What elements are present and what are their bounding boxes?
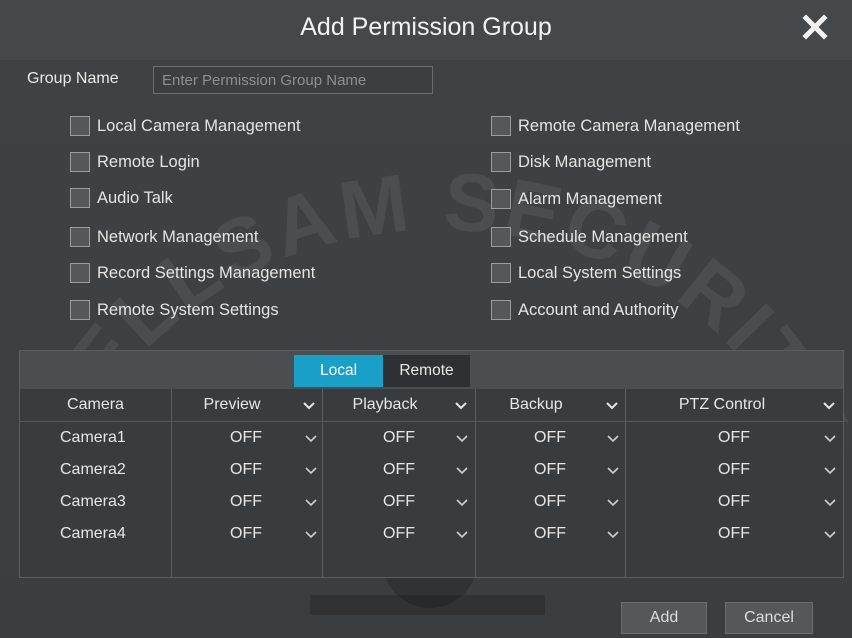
perm-label: Record Settings Management (97, 263, 316, 282)
chevron-down-icon[interactable] (305, 499, 317, 507)
chevron-down-icon[interactable] (456, 531, 468, 539)
header-playback[interactable]: Playback (323, 389, 447, 421)
chevron-down-icon[interactable] (305, 531, 317, 539)
row-divider (20, 421, 843, 422)
perm-schedule-management[interactable]: Schedule Management (491, 225, 688, 249)
chevron-down-icon[interactable] (607, 467, 619, 475)
perm-alarm-management[interactable]: Alarm Management (491, 187, 662, 211)
cancel-button[interactable]: Cancel (725, 602, 813, 634)
table-row: Camera1 OFF OFF OFF OFF (20, 422, 843, 454)
perm-audio-talk[interactable]: Audio Talk (70, 186, 173, 210)
chevron-down-icon[interactable] (824, 499, 836, 507)
camera-permission-table: Local Remote Camera Preview Playback Bac… (19, 350, 844, 578)
table-row: Camera3 OFF OFF OFF OFF (20, 486, 843, 518)
ptz-value[interactable]: OFF (718, 454, 778, 486)
checkbox[interactable] (70, 263, 90, 283)
ptz-value[interactable]: OFF (718, 486, 778, 518)
chevron-down-icon[interactable] (607, 435, 619, 443)
ptz-value[interactable]: OFF (718, 422, 778, 454)
group-name-label: Group Name (27, 70, 119, 87)
perm-label: Alarm Management (518, 189, 662, 208)
playback-value[interactable]: OFF (383, 486, 443, 518)
perm-disk-management[interactable]: Disk Management (491, 150, 651, 174)
tab-bar: Local Remote (20, 351, 843, 389)
header-backup[interactable]: Backup (476, 389, 596, 421)
camera-name: Camera4 (60, 525, 126, 542)
checkbox[interactable] (491, 300, 511, 320)
perm-account-and-authority[interactable]: Account and Authority (491, 298, 679, 322)
camera-name: Camera2 (60, 461, 126, 478)
chevron-down-icon[interactable] (456, 499, 468, 507)
preview-value[interactable]: OFF (230, 422, 290, 454)
checkbox[interactable] (491, 152, 511, 172)
playback-value[interactable]: OFF (383, 518, 443, 550)
chevron-down-icon[interactable] (456, 467, 468, 475)
group-name-input[interactable] (153, 66, 433, 94)
perm-label: Remote System Settings (97, 300, 279, 319)
header-ptz-control[interactable]: PTZ Control (626, 389, 818, 421)
perm-remote-login[interactable]: Remote Login (70, 150, 200, 174)
camera-name: Camera1 (60, 429, 126, 446)
table-row: Camera4 OFF OFF OFF OFF (20, 518, 843, 550)
backup-value[interactable]: OFF (534, 422, 594, 454)
preview-value[interactable]: OFF (230, 454, 290, 486)
perm-local-system-settings[interactable]: Local System Settings (491, 261, 681, 285)
checkbox[interactable] (491, 189, 511, 209)
close-icon[interactable] (800, 12, 830, 42)
backup-value[interactable]: OFF (534, 454, 594, 486)
checkbox[interactable] (70, 227, 90, 247)
chevron-down-icon[interactable] (607, 499, 619, 507)
perm-label: Network Management (97, 227, 259, 246)
preview-value[interactable]: OFF (230, 486, 290, 518)
chevron-down-icon[interactable] (456, 435, 468, 443)
playback-value[interactable]: OFF (383, 422, 443, 454)
checkbox[interactable] (491, 116, 511, 136)
chevron-down-icon[interactable] (607, 531, 619, 539)
table-row: Camera2 OFF OFF OFF OFF (20, 454, 843, 486)
table-header-row: Camera Preview Playback Backup PTZ Contr… (20, 389, 843, 421)
perm-label: Local System Settings (518, 263, 682, 282)
perm-label: Audio Talk (97, 188, 173, 207)
perm-label: Local Camera Management (97, 116, 301, 135)
header-preview[interactable]: Preview (172, 389, 292, 421)
chevron-down-icon[interactable] (824, 467, 836, 475)
perm-label: Schedule Management (518, 227, 688, 246)
perm-remote-system-settings[interactable]: Remote System Settings (70, 298, 279, 322)
perm-remote-camera-management[interactable]: Remote Camera Management (491, 114, 740, 138)
title-bar: Add Permission Group (0, 0, 852, 60)
preview-value[interactable]: OFF (230, 518, 290, 550)
dialog-title: Add Permission Group (300, 13, 552, 41)
backup-value[interactable]: OFF (534, 486, 594, 518)
tab-remote[interactable]: Remote (383, 355, 470, 387)
chevron-down-icon[interactable] (455, 402, 467, 410)
add-button[interactable]: Add (621, 602, 707, 634)
perm-record-settings-management[interactable]: Record Settings Management (70, 261, 315, 285)
playback-value[interactable]: OFF (383, 454, 443, 486)
checkbox[interactable] (70, 152, 90, 172)
perm-label: Disk Management (518, 152, 651, 171)
backup-value[interactable]: OFF (534, 518, 594, 550)
header-camera: Camera (67, 396, 124, 413)
chevron-down-icon[interactable] (305, 435, 317, 443)
camera-name: Camera3 (60, 493, 126, 510)
chevron-down-icon[interactable] (303, 402, 315, 410)
chevron-down-icon[interactable] (305, 467, 317, 475)
tab-local[interactable]: Local (294, 355, 383, 387)
chevron-down-icon[interactable] (824, 531, 836, 539)
checkbox[interactable] (70, 116, 90, 136)
checkbox[interactable] (491, 227, 511, 247)
checkbox[interactable] (70, 188, 90, 208)
perm-label: Remote Camera Management (518, 116, 740, 135)
chevron-down-icon[interactable] (606, 402, 618, 410)
checkbox[interactable] (491, 263, 511, 283)
chevron-down-icon[interactable] (823, 402, 835, 410)
checkbox[interactable] (70, 300, 90, 320)
add-permission-group-dialog: CELLSAM SECURITY Add Permission Group Gr… (0, 0, 852, 638)
perm-local-camera-management[interactable]: Local Camera Management (70, 114, 301, 138)
chevron-down-icon[interactable] (824, 435, 836, 443)
perm-label: Account and Authority (518, 300, 679, 319)
ptz-value[interactable]: OFF (718, 518, 778, 550)
perm-label: Remote Login (97, 152, 200, 171)
perm-network-management[interactable]: Network Management (70, 225, 258, 249)
